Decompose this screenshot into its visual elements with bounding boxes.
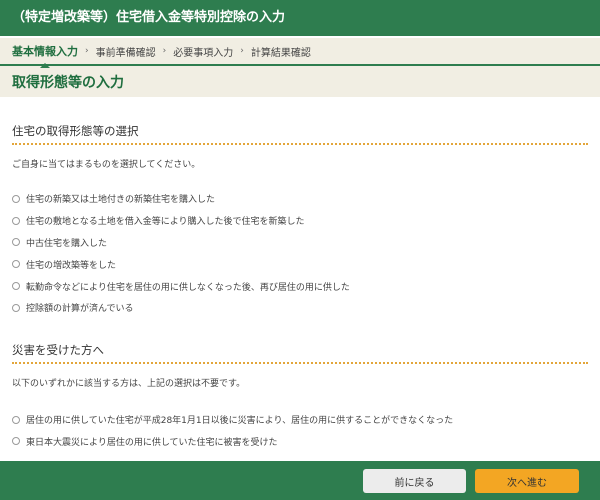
step-basic-info: 基本情報入力 [12, 43, 78, 68]
option-great-east-japan-earthquake[interactable]: 東日本大震災により居住の用に供していた住宅に被害を受けた [12, 431, 588, 453]
option-label: 中古住宅を購入した [26, 238, 108, 249]
option-label: 東日本大震災により居住の用に供していた住宅に被害を受けた [26, 437, 278, 448]
section-title-disaster: 災害を受けた方へ [12, 342, 588, 364]
page-header: 取得形態等の入力 [0, 66, 600, 97]
disaster-options: 居住の用に供していた住宅が平成28年1月1日以後に災害により、居住の用に供するこ… [12, 409, 588, 453]
radio-button[interactable] [12, 216, 20, 225]
page-title: 取得形態等の入力 [12, 74, 124, 91]
option-label: 住宅の新築又は土地付きの新築住宅を購入した [26, 195, 216, 206]
option-reoccupancy[interactable]: 転勤命令などにより住宅を居住の用に供しなくなった後、再び居住の用に供した [12, 275, 588, 297]
radio-button[interactable] [12, 194, 20, 203]
step-result: 計算結果確認 [250, 47, 311, 59]
app-title: （特定増改築等）住宅借入金等特別控除の入力 [12, 10, 286, 25]
option-label: 住宅の敷地となる土地を借入金等により購入した後で住宅を新築した [26, 217, 305, 228]
current-step-indicator [40, 63, 50, 68]
chevron-right-icon: › [85, 46, 89, 56]
option-new-construction[interactable]: 住宅の新築又は土地付きの新築住宅を購入した [12, 188, 588, 210]
chevron-right-icon: › [240, 46, 244, 56]
option-disaster-after-2016[interactable]: 居住の用に供していた住宅が平成28年1月1日以後に災害により、居住の用に供するこ… [12, 409, 588, 431]
section-description: ご自身に当てはまるものを選択してください。 [12, 160, 201, 170]
option-used-house[interactable]: 中古住宅を購入した [12, 232, 588, 254]
next-button[interactable]: 次へ進む [475, 469, 579, 493]
option-label: 住宅の増改築等をした [26, 260, 117, 271]
step-preparation: 事前準備確認 [95, 47, 156, 59]
radio-button[interactable] [12, 303, 20, 312]
section-description: 以下のいずれかに該当する方は、上記の選択は不要です。 [12, 378, 246, 389]
radio-button[interactable] [12, 260, 20, 269]
back-button[interactable]: 前に戻る [363, 469, 466, 493]
radio-button[interactable] [12, 282, 20, 291]
footer-bar: 前に戻る 次へ進む [0, 461, 600, 500]
acquisition-options: 住宅の新築又は土地付きの新築住宅を購入した 住宅の敷地となる土地を借入金等により… [12, 188, 588, 319]
step-required-input: 必要事項入力 [173, 47, 234, 59]
option-label: 控除額の計算が済んでいる [26, 304, 134, 315]
main-content: 住宅の取得形態等の選択 ご自身に当てはまるものを選択してください。 住宅の新築又… [0, 123, 600, 452]
option-label: 居住の用に供していた住宅が平成28年1月1日以後に災害により、居住の用に供するこ… [26, 416, 454, 427]
radio-button[interactable] [12, 437, 20, 446]
radio-button[interactable] [12, 415, 20, 424]
option-land-then-build[interactable]: 住宅の敷地となる土地を借入金等により購入した後で住宅を新築した [12, 210, 588, 232]
option-renovation[interactable]: 住宅の増改築等をした [12, 253, 588, 275]
option-label: 転勤命令などにより住宅を居住の用に供しなくなった後、再び居住の用に供した [26, 282, 350, 293]
app-title-bar: （特定増改築等）住宅借入金等特別控除の入力 [0, 0, 600, 36]
chevron-right-icon: › [162, 46, 167, 56]
option-calculated[interactable]: 控除額の計算が済んでいる [12, 297, 588, 319]
step-breadcrumb: 基本情報入力 › 事前準備確認 › 必要事項入力 › 計算結果確認 [0, 38, 600, 68]
radio-button[interactable] [12, 238, 20, 247]
section-title-acquisition: 住宅の取得形態等の選択 [12, 123, 588, 145]
step-label: 基本情報入力 [12, 45, 78, 58]
